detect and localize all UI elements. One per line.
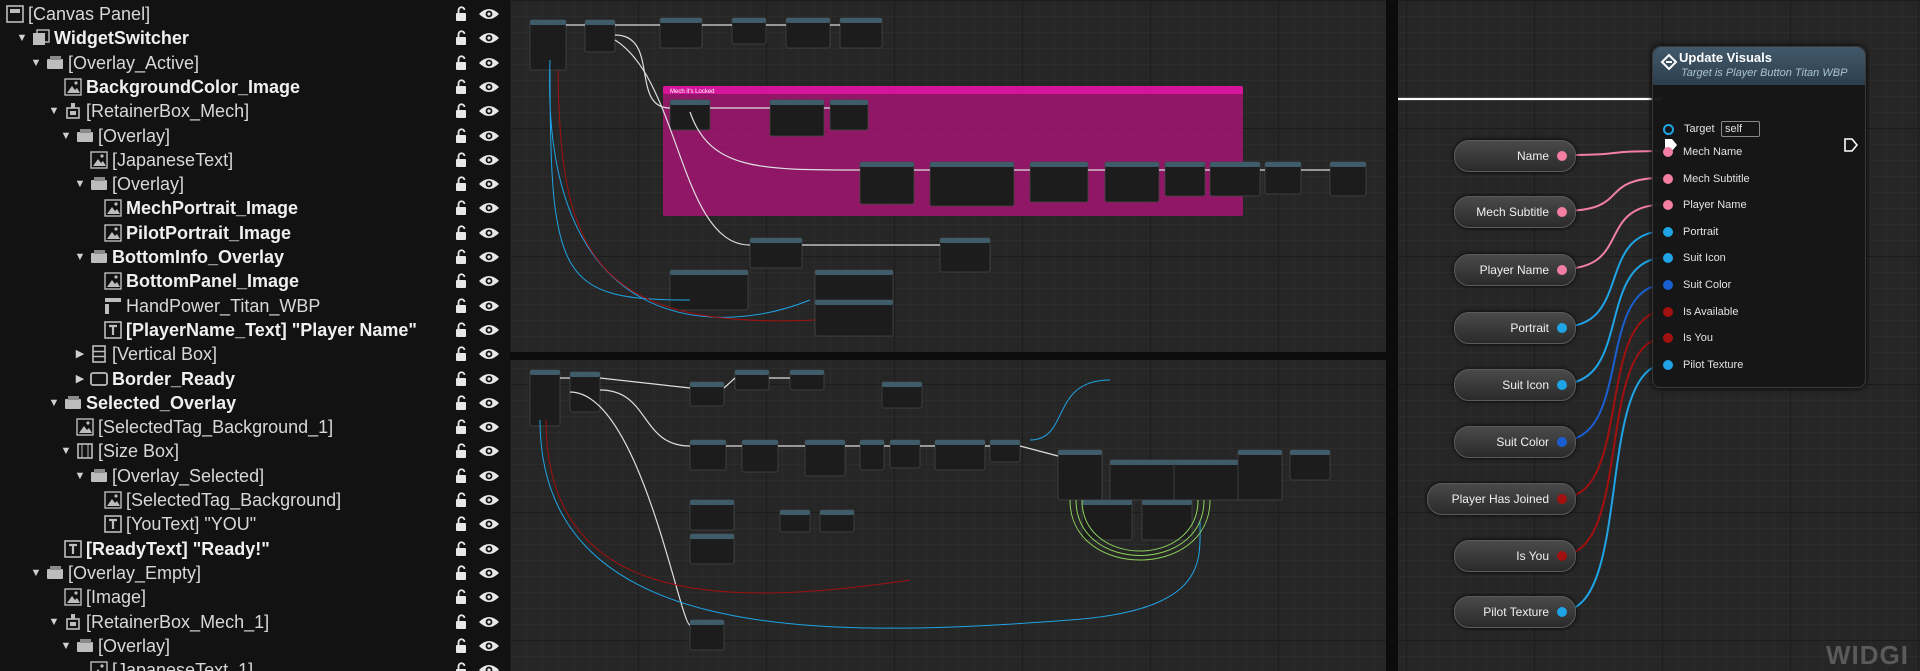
input-pin[interactable] (1663, 200, 1673, 211)
variable-getter-label: Player Has Joined (1451, 492, 1549, 506)
output-pin[interactable] (1557, 323, 1567, 333)
node-subtitle: Target is Player Button Titan WBP (1681, 67, 1848, 79)
input-pin-row[interactable]: Is Available (1663, 303, 1738, 321)
input-pin[interactable] (1663, 280, 1673, 290)
input-pin-label: Portrait (1683, 225, 1719, 238)
output-pin[interactable] (1557, 607, 1567, 617)
input-pin-row[interactable]: Player Name (1663, 196, 1747, 214)
output-pin[interactable] (1557, 437, 1567, 447)
input-pin[interactable] (1663, 147, 1673, 157)
target-pin-label: Target (1684, 123, 1715, 135)
output-pin[interactable] (1557, 551, 1567, 561)
input-pin[interactable] (1663, 226, 1673, 237)
input-pin-row[interactable]: Suit Color (1663, 276, 1731, 294)
input-pin[interactable] (1663, 359, 1673, 370)
variable-getter-node[interactable]: Name (1454, 140, 1576, 172)
variable-getter-label: Player Name (1479, 263, 1549, 277)
input-pin-row[interactable]: Mech Subtitle (1663, 170, 1750, 188)
exec-out-pin (1844, 138, 1859, 152)
variable-getter-node[interactable]: Player Has Joined (1427, 483, 1576, 515)
variable-getter-node[interactable]: Is You (1454, 540, 1576, 572)
function-icon (1660, 53, 1678, 71)
variable-getter-node[interactable]: Suit Icon (1454, 369, 1576, 401)
input-pin[interactable] (1663, 306, 1673, 317)
input-pin-label: Is Available (1683, 305, 1739, 318)
wire-layer (1398, 97, 1668, 612)
input-pin-row[interactable]: Suit Icon (1663, 249, 1726, 267)
input-pin[interactable] (1663, 333, 1673, 344)
target-pin-row[interactable]: Target (1663, 120, 1715, 138)
output-pin[interactable] (1557, 151, 1567, 161)
output-pin[interactable] (1557, 207, 1567, 217)
node-header: Update Visuals Target is Player Button T… (1653, 47, 1865, 85)
output-pin[interactable] (1557, 265, 1567, 275)
input-pin-row[interactable]: Portrait (1663, 223, 1718, 241)
input-pin-label: Pilot Texture (1683, 358, 1744, 371)
input-pin-label: Mech Name (1683, 146, 1743, 158)
output-pin[interactable] (1557, 494, 1567, 504)
input-pin-row[interactable]: Is You (1663, 329, 1713, 347)
variable-getter-node[interactable]: Mech Subtitle (1454, 196, 1576, 228)
variable-getter-label: Mech Subtitle (1476, 205, 1549, 219)
input-pin[interactable] (1663, 253, 1673, 264)
variable-getter-node[interactable]: Portrait (1454, 312, 1576, 344)
update-visuals-node[interactable]: Update Visuals Target is Player Button T… (1652, 46, 1866, 388)
variable-getter-label: Is You (1516, 549, 1549, 563)
variable-getter-label: Name (1516, 149, 1549, 163)
node-title: Update Visuals (1679, 50, 1772, 65)
variable-getter-label: Pilot Texture (1483, 605, 1549, 619)
input-pin-label: Player Name (1683, 199, 1747, 212)
variable-getter-node[interactable]: Player Name (1454, 254, 1576, 286)
input-pin-row[interactable]: Pilot Texture (1663, 356, 1743, 374)
variable-getter-label: Portrait (1510, 321, 1549, 335)
input-pin-label: Suit Icon (1683, 252, 1726, 265)
input-pin[interactable] (1663, 173, 1673, 184)
input-pin-row[interactable]: Mech Name (1663, 143, 1742, 161)
output-pin[interactable] (1557, 380, 1567, 390)
target-pin[interactable] (1663, 123, 1674, 135)
variable-getter-label: Suit Icon (1502, 378, 1549, 392)
variable-getter-node[interactable]: Suit Color (1454, 426, 1576, 458)
variable-getter-node[interactable]: Pilot Texture (1454, 596, 1576, 628)
variable-getter-label: Suit Color (1496, 435, 1549, 449)
input-pin-label: Is You (1683, 332, 1713, 345)
target-self-field[interactable]: self (1721, 121, 1760, 137)
input-pin-label: Mech Subtitle (1683, 172, 1750, 185)
input-pin-label: Suit Color (1683, 279, 1732, 291)
